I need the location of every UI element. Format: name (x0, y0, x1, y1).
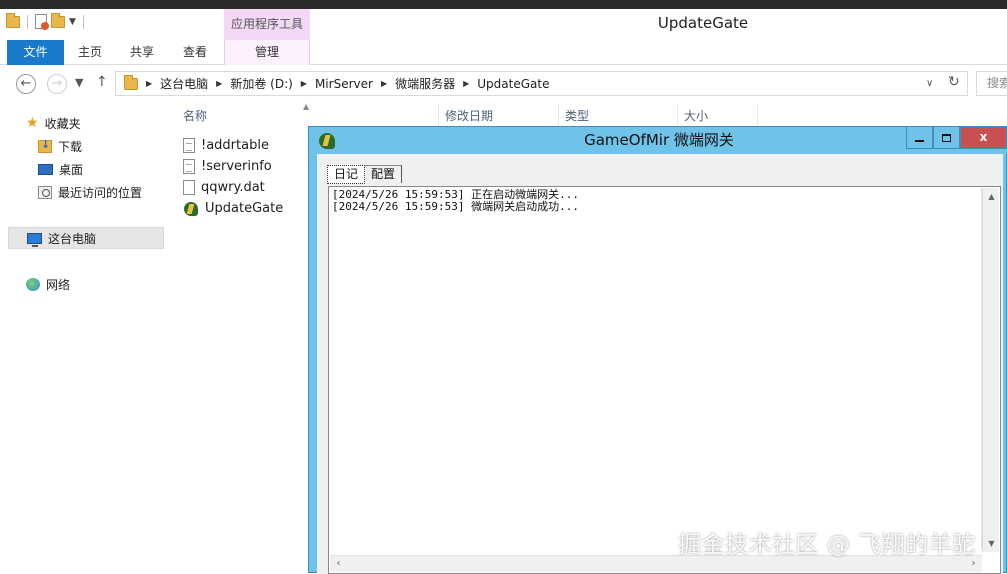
app-icon[interactable] (318, 132, 336, 150)
refresh-icon[interactable]: ↻ (948, 74, 960, 90)
breadcrumb-separator-icon[interactable]: ▶ (381, 79, 387, 88)
recent-places-icon (38, 185, 52, 199)
network-icon (26, 277, 40, 291)
nav-this-pc-label: 这台电脑 (48, 231, 97, 246)
maximize-button[interactable] (933, 127, 960, 149)
up-button[interactable]: ↑ (96, 74, 108, 90)
dialog-title: GameOfMir 微端网关 (584, 131, 734, 149)
dialog-title-bar[interactable]: GameOfMir 微端网关 x (309, 127, 1007, 154)
quick-access-toolbar: ▼ (6, 12, 87, 30)
address-bar[interactable]: ▶ 这台电脑 ▶ 新加卷 (D:) ▶ MirServer ▶ 微端服务器 ▶ … (115, 71, 968, 96)
breadcrumb-mirserver[interactable]: MirServer (315, 77, 373, 91)
app-icon (183, 201, 199, 217)
nav-desktop[interactable]: 桌面 (38, 158, 83, 180)
file-name: UpdateGate (205, 201, 284, 216)
nav-this-pc[interactable]: 这台电脑 (8, 227, 164, 249)
vertical-scrollbar[interactable]: ▲ ▼ (982, 188, 999, 552)
nav-network[interactable]: 网络 (26, 273, 70, 295)
nav-recent-places-label: 最近访问的位置 (58, 185, 143, 200)
address-row: ← → ▼ ↑ ▶ 这台电脑 ▶ 新加卷 (D:) ▶ MirServer ▶ … (0, 66, 1007, 100)
minimize-button[interactable] (906, 127, 933, 149)
file-name: !serverinfo (201, 159, 272, 174)
breadcrumb-separator-icon[interactable]: ▶ (146, 79, 152, 88)
forward-button[interactable]: → (47, 74, 67, 94)
breadcrumb-this-pc[interactable]: 这台电脑 (160, 75, 208, 92)
recent-locations-chevron-icon[interactable]: ▼ (75, 76, 83, 89)
scroll-up-icon[interactable]: ▲ (983, 188, 1000, 205)
tab-config[interactable]: 配置 (365, 165, 403, 183)
file-row[interactable]: !serverinfo (183, 156, 272, 177)
tab-home[interactable]: 主页 (70, 40, 110, 65)
text-file-icon (183, 138, 195, 153)
breadcrumb-drive-d[interactable]: 新加卷 (D:) (230, 75, 292, 92)
log-textarea[interactable]: [2024/5/26 15:59:53] 正在启动微端网关... [2024/5/… (330, 188, 982, 549)
folder-icon (124, 74, 138, 90)
breadcrumb-separator-icon[interactable]: ▶ (463, 79, 469, 88)
column-header-size[interactable]: 大小 (678, 104, 758, 128)
tab-share[interactable]: 共享 (122, 40, 162, 65)
breadcrumb-updategate[interactable]: UpdateGate (477, 77, 549, 91)
scroll-down-icon[interactable]: ▼ (983, 535, 1000, 552)
tab-file[interactable]: 文件 (7, 40, 64, 65)
file-row[interactable]: qqwry.dat (183, 177, 265, 198)
minimize-icon (915, 139, 924, 142)
watermark: 掘金技术社区 @ 飞翔的羊驼 (678, 532, 976, 558)
breadcrumb: ▶ 这台电脑 ▶ 新加卷 (D:) ▶ MirServer ▶ 微端服务器 ▶ … (124, 72, 549, 95)
breadcrumb-separator-icon[interactable]: ▶ (216, 79, 222, 88)
nav-desktop-label: 桌面 (59, 162, 84, 177)
nav-recent-places[interactable]: 最近访问的位置 (38, 181, 142, 203)
computer-icon (27, 232, 42, 247)
text-file-icon (183, 159, 195, 174)
tab-view[interactable]: 查看 (175, 40, 215, 65)
new-folder-icon[interactable] (51, 12, 65, 28)
file-icon (183, 180, 195, 195)
star-icon: ★ (26, 115, 39, 131)
properties-icon[interactable] (35, 14, 49, 30)
dialog-tab-strip: 日记 配置 (327, 165, 403, 184)
gateway-dialog: GameOfMir 微端网关 x 日记 配置 [2024/5/26 15:59:… (308, 126, 1007, 574)
folder-icon (6, 12, 20, 28)
scroll-left-icon[interactable]: ‹ (330, 556, 347, 573)
desktop-icon (38, 163, 53, 175)
nav-downloads-label: 下载 (58, 139, 83, 154)
nav-favorites-label: 收藏夹 (44, 116, 81, 131)
breadcrumb-microclient-server[interactable]: 微端服务器 (395, 75, 455, 92)
column-header-date-modified[interactable]: 修改日期 (439, 104, 559, 128)
file-name: qqwry.dat (201, 180, 265, 195)
nav-downloads[interactable]: 下载 (38, 135, 82, 157)
tab-manage[interactable]: 管理 (224, 40, 310, 65)
search-input[interactable]: 搜索 (976, 71, 1007, 96)
nav-network-label: 网络 (46, 277, 71, 292)
app-tools-context-label: 应用程序工具 (224, 9, 310, 40)
downloads-icon (38, 138, 52, 153)
maximize-icon (942, 133, 951, 142)
ribbon-tab-bar: 文件 主页 共享 查看 管理 (0, 40, 1007, 65)
log-panel: [2024/5/26 15:59:53] 正在启动微端网关... [2024/5/… (328, 186, 1001, 574)
back-button[interactable]: ← (16, 74, 36, 94)
log-line: [2024/5/26 15:59:53] 微端网关启动成功... (332, 200, 579, 213)
explorer-title-bar: ▼ 应用程序工具 UpdateGate (0, 9, 1007, 40)
toolbar-divider (27, 14, 28, 29)
window-title: UpdateGate (657, 14, 749, 32)
tab-log[interactable]: 日记 (327, 165, 366, 184)
toolbar-divider (82, 14, 84, 29)
file-row[interactable]: !addrtable (183, 135, 269, 156)
customize-toolbar-chevron-icon[interactable]: ▼ (69, 17, 76, 27)
close-button[interactable]: x (960, 127, 1007, 149)
nav-favorites[interactable]: ★ 收藏夹 (26, 112, 81, 134)
column-header-type[interactable]: 类型 (559, 104, 678, 128)
column-header-name[interactable]: 名称 (177, 104, 439, 128)
desktop-top-strip (0, 0, 1007, 9)
address-history-chevron-icon[interactable]: ∨ (926, 78, 933, 89)
breadcrumb-separator-icon[interactable]: ▶ (301, 79, 307, 88)
dialog-client-area: 日记 配置 [2024/5/26 15:59:53] 正在启动微端网关... [2… (317, 154, 1003, 574)
file-row[interactable]: UpdateGate (183, 198, 283, 219)
file-name: !addrtable (201, 138, 269, 153)
navigation-pane: ★ 收藏夹 下载 桌面 最近访问的位置 这台电脑 网络 (0, 100, 165, 573)
